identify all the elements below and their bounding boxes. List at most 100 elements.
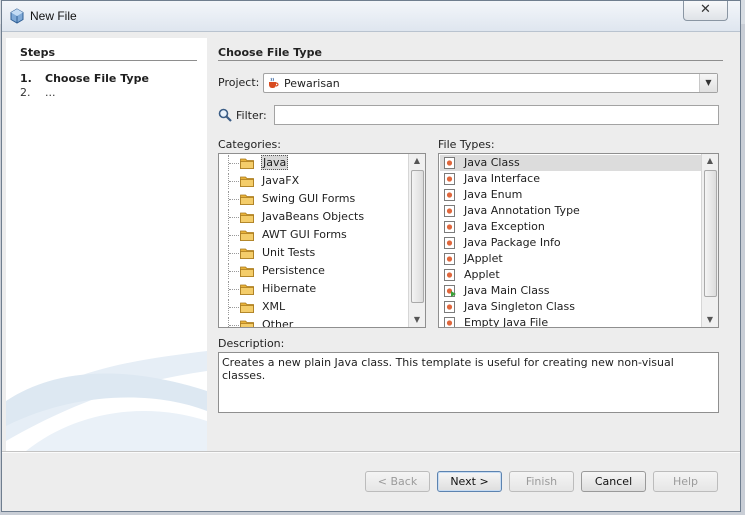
title-divider (218, 60, 723, 61)
steps-divider (20, 60, 197, 61)
categories-tree[interactable]: Java JavaFX Swing GUI Forms JavaBeans Objec… (218, 153, 426, 328)
category-item[interactable]: Unit Tests (219, 245, 409, 261)
category-item[interactable]: Swing GUI Forms (219, 191, 409, 207)
help-button[interactable]: Help (653, 471, 718, 492)
folder-icon (240, 158, 254, 169)
steps-panel: Steps 1. Choose File Type 2.... (6, 38, 207, 451)
file-type-label: Java Class (464, 156, 520, 169)
scroll-down-icon[interactable]: ▼ (702, 313, 718, 327)
folder-icon (240, 194, 254, 205)
project-combobox[interactable]: Pewarisan ▼ (263, 73, 718, 93)
java-file-icon (444, 317, 455, 327)
button-bar-separator (2, 451, 740, 453)
new-file-dialog: New File ✕ Steps 1. Choose File Type 2...… (1, 0, 741, 512)
search-icon (218, 108, 232, 122)
finish-button[interactable]: Finish (509, 471, 574, 492)
file-type-item[interactable]: Java Exception (440, 219, 703, 235)
category-item[interactable]: Hibernate (219, 281, 409, 297)
java-interface-icon (444, 173, 455, 185)
step-number: 1. (20, 72, 32, 85)
folder-icon (240, 302, 254, 313)
folder-icon (240, 320, 254, 327)
java-file-icon (444, 253, 455, 265)
step-item-next: 2.... (20, 86, 56, 99)
back-button[interactable]: < Back (365, 471, 430, 492)
project-label: Project: (218, 76, 260, 89)
java-file-icon (444, 301, 455, 313)
java-file-icon (444, 157, 455, 169)
description-area: Creates a new plain Java class. This tem… (218, 352, 719, 413)
folder-icon (240, 230, 254, 241)
category-item[interactable]: Java (219, 155, 409, 171)
scrollbar-thumb[interactable] (704, 170, 717, 297)
file-type-item[interactable]: Java Enum (440, 187, 703, 203)
category-label: XML (262, 300, 286, 313)
java-file-icon (444, 189, 455, 201)
scrollbar-thumb[interactable] (411, 170, 424, 303)
step-item-current: 1. Choose File Type (20, 72, 149, 85)
file-type-item[interactable]: Java Package Info (440, 235, 703, 251)
category-label: Swing GUI Forms (262, 192, 356, 205)
category-label: Java (261, 155, 289, 170)
file-type-label: Java Interface (464, 172, 540, 185)
category-item[interactable]: JavaBeans Objects (219, 209, 409, 225)
category-item[interactable]: Other (219, 317, 409, 328)
filter-input[interactable] (274, 105, 719, 125)
file-type-label: Empty Java File (464, 316, 549, 328)
category-label: JavaBeans Objects (262, 210, 365, 223)
category-item[interactable]: AWT GUI Forms (219, 227, 409, 243)
scroll-down-icon[interactable]: ▼ (409, 313, 425, 327)
file-type-label: Java Singleton Class (464, 300, 575, 313)
title-bar[interactable]: New File ✕ (2, 1, 740, 32)
category-label: Persistence (262, 264, 325, 277)
scroll-up-icon[interactable]: ▲ (409, 154, 425, 168)
file-type-item[interactable]: JApplet (440, 251, 703, 267)
next-button[interactable]: Next > (437, 471, 502, 492)
file-type-label: JApplet (464, 252, 503, 265)
close-button[interactable]: ✕ (683, 1, 728, 21)
scroll-up-icon[interactable]: ▲ (702, 154, 718, 168)
description-text: Creates a new plain Java class. This tem… (222, 356, 674, 382)
file-type-item[interactable]: Java Class (440, 155, 703, 171)
categories-label: Categories: (218, 138, 281, 151)
folder-icon (240, 248, 254, 259)
project-value: Pewarisan (284, 77, 340, 90)
folder-icon (240, 284, 254, 295)
file-type-item[interactable]: Java Singleton Class (440, 299, 703, 315)
step-label: Choose File Type (45, 72, 149, 85)
java-file-icon (444, 205, 455, 217)
category-label: Hibernate (262, 282, 317, 295)
netbeans-cube-icon (10, 8, 24, 24)
step-number: 2. (20, 86, 31, 99)
file-type-item[interactable]: Java Annotation Type (440, 203, 703, 219)
category-item[interactable]: Persistence (219, 263, 409, 279)
category-label: JavaFX (262, 174, 300, 187)
file-type-item[interactable]: Empty Java File (440, 315, 703, 328)
description-label: Description: (218, 337, 285, 350)
file-types-list[interactable]: Java Class Java Interface Java Enum Java An… (438, 153, 719, 328)
step-label: ... (45, 86, 56, 99)
file-type-item[interactable]: Applet (440, 267, 703, 283)
filter-label: Filter: (236, 109, 267, 122)
file-type-item[interactable]: Java Main Class (440, 283, 703, 299)
folder-icon (240, 212, 254, 223)
java-file-icon (444, 237, 455, 249)
main-content: Choose File Type Project: Pewarisan ▼ Fi… (207, 38, 736, 451)
category-label: AWT GUI Forms (262, 228, 347, 241)
file-type-label: Java Exception (464, 220, 545, 233)
category-label: Other (262, 318, 294, 328)
folder-icon (240, 266, 254, 277)
file-type-item[interactable]: Java Interface (440, 171, 703, 187)
java-file-icon (444, 269, 455, 281)
category-item[interactable]: XML (219, 299, 409, 315)
category-item[interactable]: JavaFX (219, 173, 409, 189)
chevron-down-icon[interactable]: ▼ (699, 74, 717, 92)
file-types-scrollbar[interactable]: ▲ ▼ (701, 154, 718, 327)
file-type-label: Applet (464, 268, 500, 281)
category-label: Unit Tests (262, 246, 316, 259)
file-type-label: Java Annotation Type (464, 204, 580, 217)
file-type-label: Java Enum (464, 188, 523, 201)
categories-scrollbar[interactable]: ▲ ▼ (408, 154, 425, 327)
java-main-class-icon (444, 285, 456, 297)
cancel-button[interactable]: Cancel (581, 471, 646, 492)
